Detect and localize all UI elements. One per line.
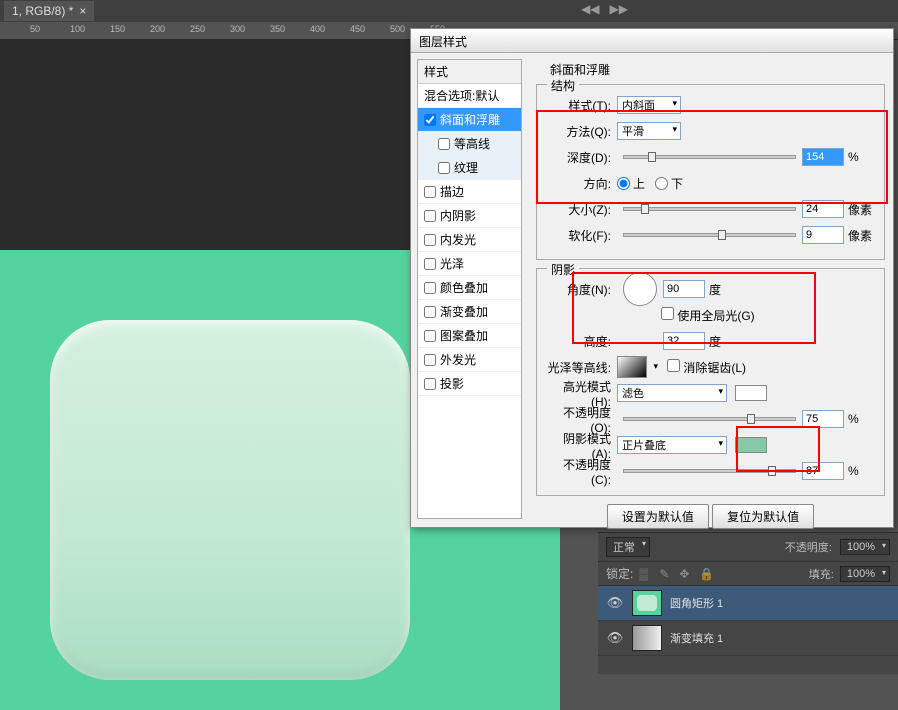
shading-fieldset: 阴影 角度(N): 度 使用全局光(G) 高度: 度 光泽等高线 [536,268,885,496]
style-checkbox[interactable] [424,234,436,246]
highlight-mode-dropdown[interactable]: 滤色 [617,384,727,402]
gloss-contour-label: 光泽等高线: [545,359,617,376]
style-checkbox[interactable] [424,114,436,126]
tab-title: 1, RGB/8) * [12,4,73,18]
style-satin[interactable]: 光泽 [418,252,521,276]
style-checkbox[interactable] [424,186,436,198]
bevel-settings-panel: 斜面和浮雕 结构 样式(T): 内斜面 方法(Q): 平滑 深度(D): % [528,53,893,525]
highlight-opacity-slider[interactable] [623,417,796,421]
highlight-opacity-input[interactable] [802,410,844,428]
fill-label: 填充: [809,566,834,582]
opacity-dropdown[interactable]: 100% [840,539,890,555]
size-input[interactable] [802,200,844,218]
style-bevel-emboss[interactable]: 斜面和浮雕 [418,108,521,132]
shadow-mode-dropdown[interactable]: 正片叠底 [617,436,727,454]
layer-thumbnail[interactable] [632,625,662,651]
layer-style-dialog: 图层样式 样式 混合选项:默认 斜面和浮雕 等高线 纹理 描边 内阴影 内发光 … [410,28,894,528]
depth-input[interactable] [802,148,844,166]
lock-label: 锁定: [606,565,633,582]
opacity-label: 不透明度: [785,539,832,555]
angle-input[interactable] [663,280,705,298]
nav-prev-icon[interactable]: ◀◀ [581,2,599,16]
style-outer-glow[interactable]: 外发光 [418,348,521,372]
panel-title: 斜面和浮雕 [536,61,885,78]
global-light-checkbox[interactable]: 使用全局光(G) [661,307,755,324]
style-checkbox[interactable] [424,354,436,366]
style-checkbox[interactable] [424,210,436,222]
size-label: 大小(Z): [545,201,617,218]
style-inner-shadow[interactable]: 内阴影 [418,204,521,228]
gloss-contour-picker[interactable] [617,356,647,378]
structure-fieldset: 结构 样式(T): 内斜面 方法(Q): 平滑 深度(D): % 方向: [536,84,885,260]
depth-slider[interactable] [623,155,796,159]
style-checkbox[interactable] [424,258,436,270]
style-color-overlay[interactable]: 颜色叠加 [418,276,521,300]
style-contour[interactable]: 等高线 [418,132,521,156]
blend-mode-dropdown[interactable]: 正常 [606,537,650,557]
angle-label: 角度(N): [545,281,617,298]
nav-next-icon[interactable]: ▶▶ [610,2,628,16]
blend-options-item[interactable]: 混合选项:默认 [418,84,521,108]
style-gradient-overlay[interactable]: 渐变叠加 [418,300,521,324]
layer-row[interactable]: 👁 圆角矩形 1 [598,586,898,621]
styles-header: 样式 [418,60,521,84]
style-stroke[interactable]: 描边 [418,180,521,204]
style-checkbox[interactable] [438,162,450,174]
shading-legend: 阴影 [547,261,579,278]
layers-panel: 正常 不透明度: 100% 锁定: ▒ ✎ ✥ 🔒 填充: 100% 👁 圆角矩… [598,532,898,674]
antialias-checkbox[interactable]: 消除锯齿(L) [667,359,746,376]
style-drop-shadow[interactable]: 投影 [418,372,521,396]
altitude-input[interactable] [663,332,705,350]
angle-dial[interactable] [623,272,657,306]
close-icon[interactable]: × [79,4,86,18]
lock-all-icon[interactable]: 🔒 [699,567,713,581]
direction-label: 方向: [545,175,617,192]
direction-down-radio[interactable]: 下 [655,175,683,192]
layer-row[interactable]: 👁 渐变填充 1 [598,621,898,656]
soften-input[interactable] [802,226,844,244]
rounded-rectangle-shape[interactable] [50,320,410,680]
style-label: 样式(T): [545,97,617,114]
style-checkbox[interactable] [424,282,436,294]
shadow-opacity-label: 不透明度(C): [545,456,617,487]
document-tab-bar: 1, RGB/8) * × [0,0,898,22]
layer-thumbnail[interactable] [632,590,662,616]
size-slider[interactable] [623,207,796,211]
style-checkbox[interactable] [424,306,436,318]
direction-up-radio[interactable]: 上 [617,175,645,192]
method-label: 方法(Q): [545,123,617,140]
dialog-title[interactable]: 图层样式 [411,29,893,53]
lock-position-icon[interactable]: ✥ [679,567,693,581]
style-inner-glow[interactable]: 内发光 [418,228,521,252]
soften-label: 软化(F): [545,227,617,244]
altitude-label: 高度: [545,333,617,350]
style-pattern-overlay[interactable]: 图案叠加 [418,324,521,348]
fill-dropdown[interactable]: 100% [840,566,890,582]
layer-name: 圆角矩形 1 [670,595,723,611]
bevel-style-dropdown[interactable]: 内斜面 [617,96,681,114]
lock-brush-icon[interactable]: ✎ [659,567,673,581]
style-checkbox[interactable] [438,138,450,150]
depth-label: 深度(D): [545,149,617,166]
document-tab[interactable]: 1, RGB/8) * × [4,1,94,21]
layer-name: 渐变填充 1 [670,630,723,646]
shadow-opacity-slider[interactable] [623,469,796,473]
style-checkbox[interactable] [424,378,436,390]
structure-legend: 结构 [547,77,579,94]
soften-slider[interactable] [623,233,796,237]
panel-nav: ◀◀ ▶▶ [581,2,628,16]
style-checkbox[interactable] [424,330,436,342]
technique-dropdown[interactable]: 平滑 [617,122,681,140]
style-texture[interactable]: 纹理 [418,156,521,180]
styles-list: 样式 混合选项:默认 斜面和浮雕 等高线 纹理 描边 内阴影 内发光 光泽 颜色… [417,59,522,519]
visibility-icon[interactable]: 👁 [606,595,624,611]
reset-default-button[interactable]: 复位为默认值 [712,504,814,529]
visibility-icon[interactable]: 👁 [606,630,624,646]
lock-transparency-icon[interactable]: ▒ [639,567,653,581]
shadow-opacity-input[interactable] [802,462,844,480]
make-default-button[interactable]: 设置为默认值 [607,504,709,529]
highlight-color-swatch[interactable] [735,385,767,401]
shadow-color-swatch[interactable] [735,437,767,453]
